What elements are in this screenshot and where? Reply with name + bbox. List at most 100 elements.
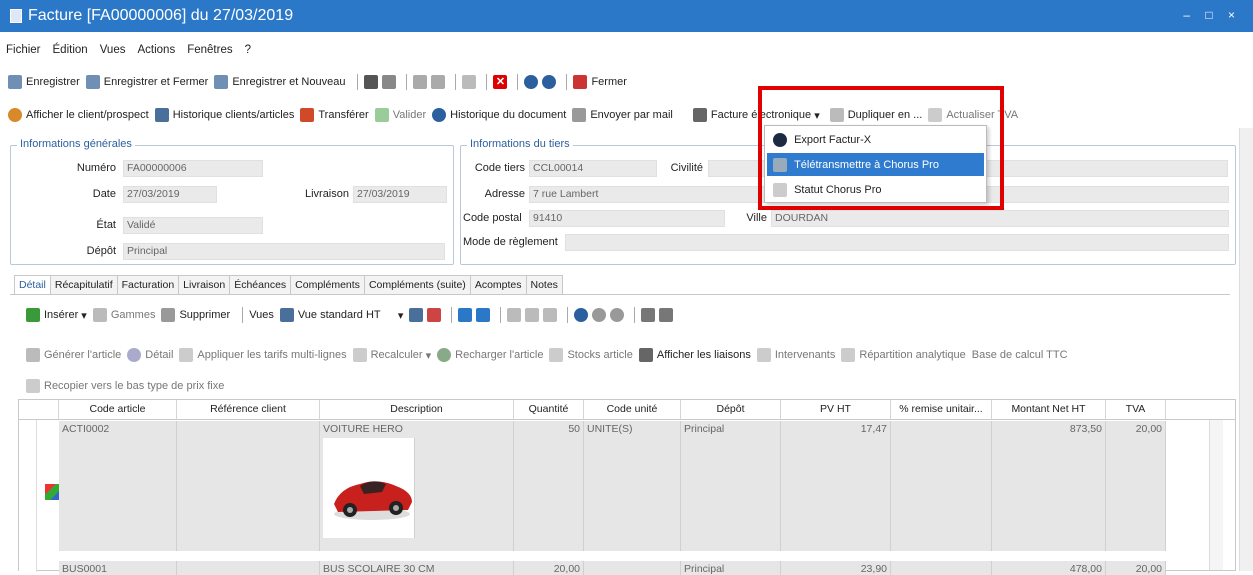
gammes-button[interactable]: Gammes [92, 308, 155, 322]
forward-icon[interactable] [431, 75, 446, 89]
search-next-icon[interactable] [610, 308, 625, 322]
analytic-button[interactable]: Répartition analytique [841, 348, 966, 362]
grid-scrollbar[interactable] [1209, 420, 1223, 570]
cell-pv[interactable]: 23,90 [781, 561, 891, 575]
move-down-icon[interactable] [476, 308, 491, 322]
col-ref-client[interactable]: Référence client [177, 400, 320, 419]
window-scrollbar[interactable] [1239, 128, 1253, 571]
tab-echeances[interactable]: Échéances [229, 275, 292, 295]
menu-fichier[interactable]: Fichier [6, 44, 41, 56]
tab-detail[interactable]: Détail [14, 275, 51, 295]
cell-montant[interactable]: 478,00 [992, 561, 1106, 575]
close-button[interactable]: Fermer [573, 75, 627, 89]
numero-field[interactable]: FA00000006 [123, 160, 263, 177]
prev-record-icon[interactable] [524, 75, 539, 89]
preview-icon[interactable] [382, 75, 397, 89]
stocks-button[interactable]: Stocks article [549, 348, 633, 362]
cell-code[interactable]: BUS0001 [59, 561, 177, 575]
col-pv-ht[interactable]: PV HT [781, 400, 891, 419]
menu-actions[interactable]: Actions [137, 44, 175, 56]
next-record-icon[interactable] [542, 75, 557, 89]
code-tiers-field[interactable]: CCL00014 [529, 160, 657, 177]
detail-button[interactable]: Détail [127, 348, 173, 362]
depot-select[interactable]: Principal [123, 243, 445, 260]
save-close-button[interactable]: Enregistrer et Fermer [85, 75, 208, 89]
send-mail-button[interactable]: Envoyer par mail [572, 108, 673, 122]
apply-tariffs-button[interactable]: Appliquer les tarifs multi-lignes [179, 348, 347, 362]
cell-unit[interactable] [584, 561, 681, 575]
cell-ref[interactable] [177, 561, 320, 575]
search-prev-icon[interactable] [592, 308, 607, 322]
notes-icon[interactable] [641, 308, 656, 322]
copy-icon[interactable] [525, 308, 540, 322]
recalc-button[interactable]: Recalculer ▾ [352, 348, 431, 362]
tab-acomptes[interactable]: Acomptes [469, 275, 527, 295]
validate-button[interactable]: Valider [374, 108, 426, 122]
table-row[interactable]: ACTI0002 VOITURE HERO 50 UNITE(S) Princi… [59, 421, 1166, 551]
cell-qty[interactable]: 20,00 [514, 561, 584, 575]
intervenants-button[interactable]: Intervenants [756, 348, 835, 362]
col-montant[interactable]: Montant Net HT [992, 400, 1106, 419]
reglement-select[interactable] [565, 234, 1229, 251]
livraison-field[interactable]: 27/03/2019 [353, 186, 447, 203]
col-quantite[interactable]: Quantité [514, 400, 584, 419]
tab-facturation[interactable]: Facturation [116, 275, 180, 295]
cell-tva[interactable]: 20,00 [1106, 421, 1166, 551]
paste-icon[interactable] [543, 308, 558, 322]
col-description[interactable]: Description [320, 400, 514, 419]
table-row[interactable]: BUS0001 BUS SCOLAIRE 30 CM 20,00 Princip… [59, 561, 1166, 575]
tab-recapitulatif[interactable]: Récapitulatif [49, 275, 118, 295]
cell-description[interactable]: BUS SCOLAIRE 30 CM [320, 561, 514, 575]
move-up-icon[interactable] [458, 308, 473, 322]
cell-depot[interactable]: Principal [681, 421, 781, 551]
tab-complements-suite[interactable]: Compléments (suite) [363, 275, 471, 295]
cut-icon[interactable] [507, 308, 522, 322]
menu-vues[interactable]: Vues [100, 44, 126, 56]
cell-depot[interactable]: Principal [681, 561, 781, 575]
history-doc-button[interactable]: Historique du document [432, 108, 566, 122]
cell-description[interactable]: VOITURE HERO [320, 421, 514, 551]
menu-fenetres[interactable]: Fenêtres [187, 44, 232, 56]
cp-field[interactable]: 91410 [529, 210, 725, 227]
generate-article-button[interactable]: Générer l'article [26, 348, 121, 362]
cell-unit[interactable]: UNITE(S) [584, 421, 681, 551]
search-icon[interactable] [574, 308, 589, 322]
print-icon[interactable] [364, 75, 379, 89]
col-tva[interactable]: TVA [1106, 400, 1166, 419]
base-ttc-toggle[interactable]: Base de calcul TTC [972, 349, 1068, 361]
grid-add-icon[interactable] [409, 308, 424, 322]
delete-line-button[interactable]: Supprimer [161, 308, 230, 322]
cell-montant[interactable]: 873,50 [992, 421, 1106, 551]
copy-icon[interactable] [462, 75, 477, 89]
delete-icon[interactable]: ✕ [493, 75, 508, 89]
history-clients-button[interactable]: Historique clients/articles [154, 108, 294, 122]
show-client-button[interactable]: Afficher le client/prospect [8, 108, 149, 122]
copy-down-button[interactable]: Recopier vers le bas type de prix fixe [26, 379, 224, 393]
menu-edition[interactable]: Édition [53, 44, 88, 56]
col-depot[interactable]: Dépôt [681, 400, 781, 419]
insert-button[interactable]: Insérer ▾ [26, 308, 87, 322]
date-field[interactable]: 27/03/2019 [123, 186, 217, 203]
save-new-button[interactable]: Enregistrer et Nouveau [214, 75, 345, 89]
cell-qty[interactable]: 50 [514, 421, 584, 551]
reload-article-button[interactable]: Recharger l'article [437, 348, 543, 362]
transfer-button[interactable]: Transférer [300, 108, 369, 122]
tab-notes[interactable]: Notes [525, 275, 563, 295]
show-links-button[interactable]: Afficher les liaisons [638, 348, 751, 362]
etat-select[interactable]: Validé [123, 217, 263, 234]
ville-field[interactable]: DOURDAN [771, 210, 1229, 227]
tab-complements[interactable]: Compléments [290, 275, 365, 295]
notes-alt-icon[interactable] [659, 308, 674, 322]
cell-tva[interactable]: 20,00 [1106, 561, 1166, 575]
save-button[interactable]: Enregistrer [8, 75, 80, 89]
grid-remove-icon[interactable] [427, 308, 442, 322]
tab-livraison[interactable]: Livraison [178, 275, 231, 295]
col-remise[interactable]: % remise unitair... [891, 400, 992, 419]
col-code-article[interactable]: Code article [59, 400, 177, 419]
col-code-unite[interactable]: Code unité [584, 400, 681, 419]
view-select[interactable]: Vue standard HT ▾ [279, 308, 403, 322]
back-icon[interactable] [413, 75, 428, 89]
cell-pv[interactable]: 17,47 [781, 421, 891, 551]
cell-ref[interactable] [177, 421, 320, 551]
cell-remise[interactable] [891, 561, 992, 575]
